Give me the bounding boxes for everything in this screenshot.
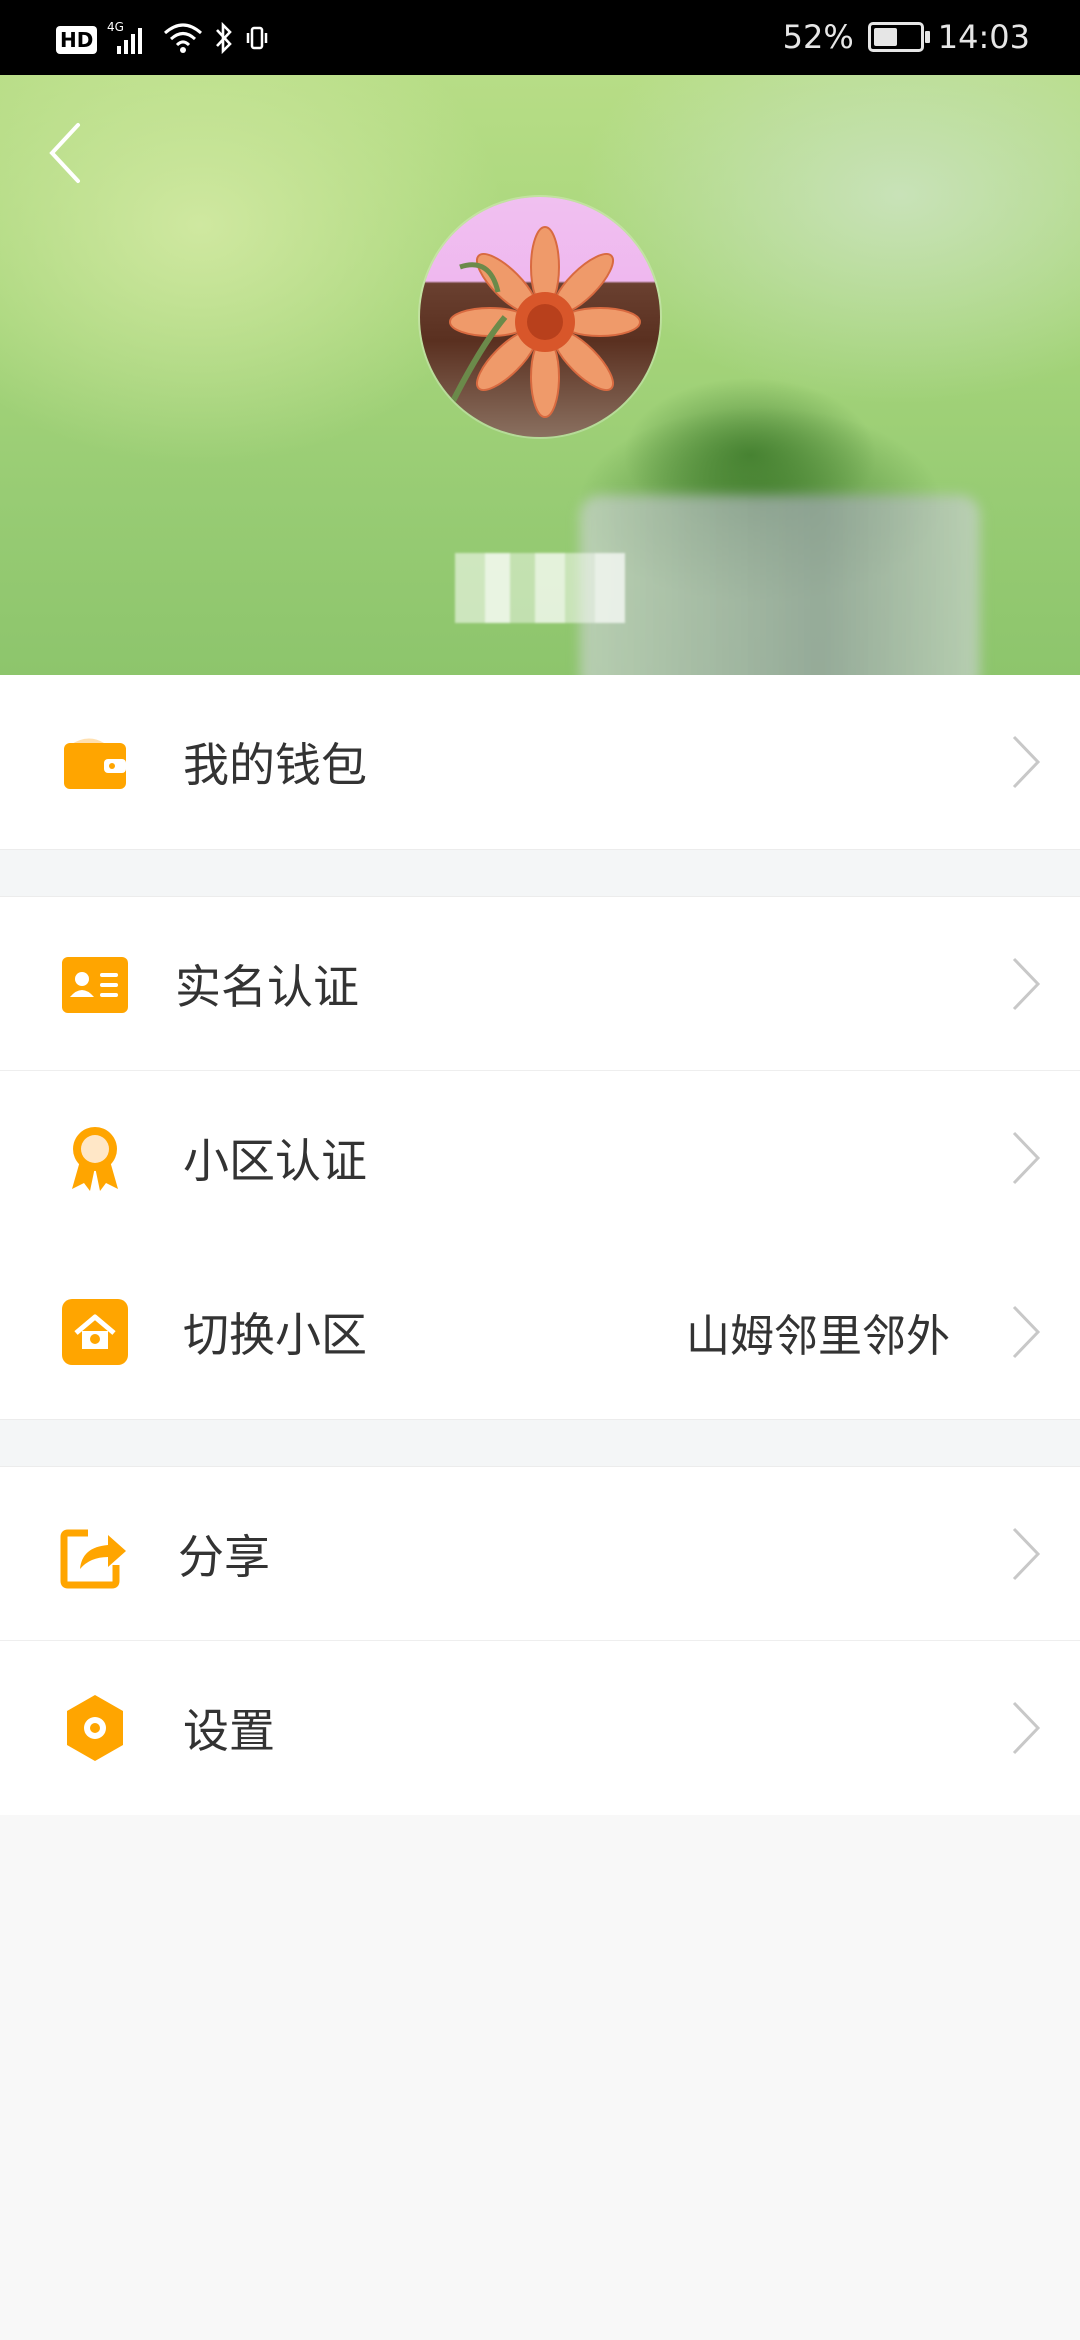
share-icon — [60, 1519, 130, 1589]
misc-group: 分享 设置 — [0, 1467, 1080, 1815]
avatar[interactable] — [420, 197, 660, 437]
auth-group: 实名认证 小区认证 切换小区 山姆邻里邻外 — [0, 897, 1080, 1419]
menu-item-label: 分享 — [178, 1530, 270, 1584]
menu-item-label: 切换小区 — [183, 1308, 367, 1362]
battery-percent: 52% — [782, 18, 854, 56]
bluetooth-icon — [213, 21, 235, 59]
menu-item-share[interactable]: 分享 — [0, 1467, 1080, 1641]
home-icon — [60, 1297, 130, 1367]
award-ribbon-icon — [60, 1123, 130, 1193]
chevron-right-icon — [1008, 1303, 1042, 1361]
wallet-icon — [60, 727, 130, 797]
battery-fill — [873, 28, 897, 46]
section-separator — [0, 1419, 1080, 1467]
chevron-right-icon — [1008, 955, 1042, 1013]
clock: 14:03 — [937, 18, 1030, 56]
menu-item-label: 实名认证 — [175, 960, 359, 1014]
menu-item-settings[interactable]: 设置 — [0, 1641, 1080, 1815]
flower-avatar-image — [447, 226, 641, 418]
hd-badge: HD — [56, 26, 98, 54]
menu-list: 我的钱包 实名认证 小区认证 切换小区 山姆邻里邻外 分享 设置 — [0, 675, 1080, 1815]
profile-header — [0, 75, 1080, 675]
vibrate-icon — [245, 23, 269, 57]
menu-item-label: 设置 — [183, 1704, 275, 1758]
menu-item-label: 我的钱包 — [183, 738, 367, 792]
menu-item-wallet[interactable]: 我的钱包 — [0, 675, 1080, 849]
current-community-value: 山姆邻里邻外 — [686, 1311, 950, 1362]
settings-hexagon-icon — [60, 1693, 130, 1763]
menu-item-switch-community[interactable]: 切换小区 山姆邻里邻外 — [0, 1245, 1080, 1419]
back-button[interactable] — [40, 115, 100, 195]
background-blur-plant — [580, 495, 980, 675]
chevron-right-icon — [1008, 1129, 1042, 1187]
wallet-group: 我的钱包 — [0, 675, 1080, 849]
menu-item-community-auth[interactable]: 小区认证 — [0, 1071, 1080, 1245]
menu-item-realname[interactable]: 实名认证 — [0, 897, 1080, 1071]
chevron-right-icon — [1008, 733, 1042, 791]
chevron-right-icon — [1008, 1525, 1042, 1583]
cellular-signal-icon: 4G — [107, 18, 153, 62]
status-right: 52% 14:03 — [783, 18, 1030, 56]
username — [455, 553, 625, 623]
id-card-icon — [60, 949, 130, 1019]
status-bar: HD 4G 52% 14:03 — [0, 0, 1080, 75]
section-separator — [0, 849, 1080, 897]
chevron-right-icon — [1008, 1699, 1042, 1757]
wifi-icon — [163, 21, 203, 59]
back-arrow-icon — [49, 123, 80, 183]
network-type-label: 4G — [107, 20, 124, 34]
battery-icon — [867, 22, 930, 52]
menu-item-label: 小区认证 — [183, 1134, 367, 1188]
status-left: HD 4G — [56, 18, 269, 62]
